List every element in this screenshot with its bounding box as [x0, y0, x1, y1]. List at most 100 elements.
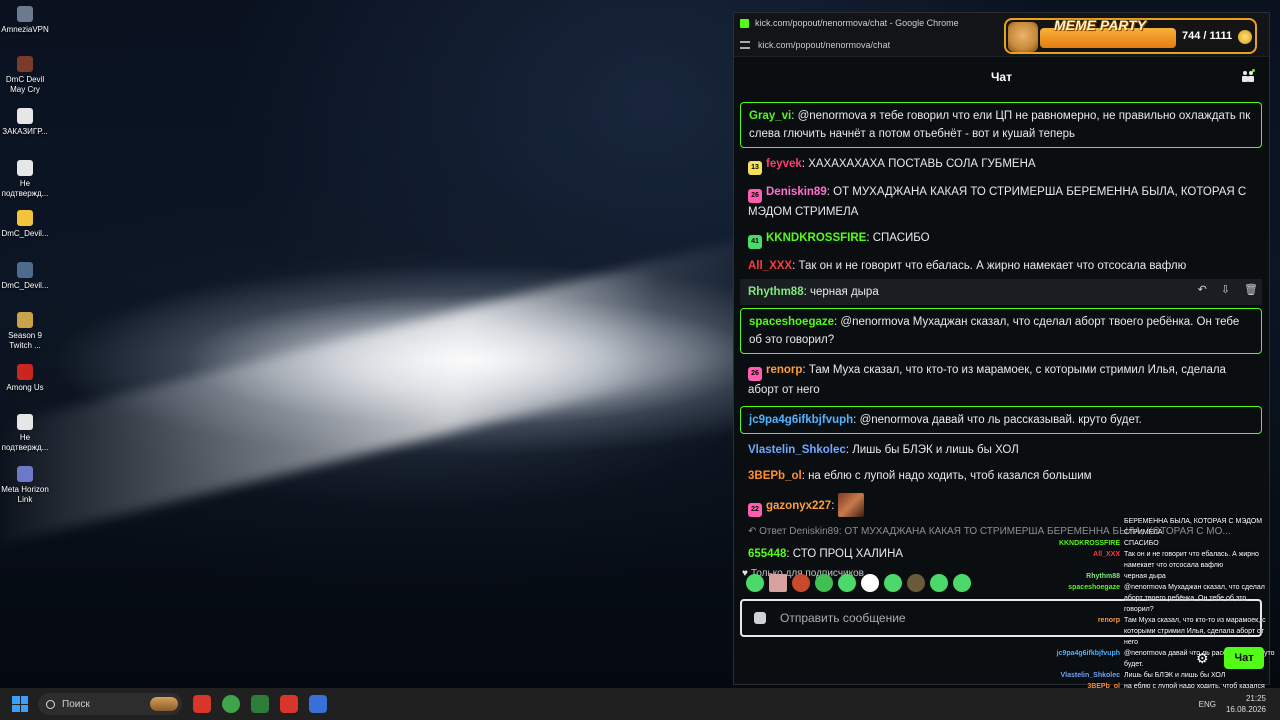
chat-message-text: ХАХАХАХАХА ПОСТАВЬ СОЛА ГУБМЕНА [808, 158, 1036, 170]
overlay-message-text: БЕРЕМЕННА БЫЛА, КОТОРАЯ С МЭДОМ СТРИМЕЛА [1124, 518, 1263, 536]
chat-username[interactable]: Gray_vi [749, 110, 791, 122]
chat-message-text: Так он и не говорит что ебалась. А жирно… [798, 260, 1187, 272]
chrome-icon[interactable] [222, 695, 240, 713]
clock[interactable]: 21:25 16.08.2026 [1226, 693, 1266, 715]
emote-bar [746, 574, 971, 592]
subscriber-badge[interactable]: 41 [748, 235, 762, 249]
overlay-username: Vlastelin_Shkolec [1060, 672, 1120, 679]
chat-username[interactable]: jc9pa4g6ifkbjfvuph [749, 414, 853, 426]
overlay-chat-row: Rhythm88 черная дыра [1040, 571, 1276, 582]
desktop-icon[interactable]: Season 9 Twitch ... [0, 312, 50, 351]
chat-message[interactable]: jc9pa4g6ifkbjfvuph: @nenormova давай что… [740, 406, 1262, 434]
overlay-chat-row: Vlastelin_Shkolec Лишь бы БЛЭК и лишь бы … [1040, 670, 1276, 681]
desktop-icon[interactable]: ЗАКАЗИГР... [0, 108, 50, 137]
chat-message[interactable]: 26 renorp: Там Муха сказал, что кто-то из… [740, 357, 1262, 403]
yandex-browser-icon[interactable] [193, 695, 211, 713]
emote-icon[interactable] [838, 574, 856, 592]
subscriber-badge[interactable]: 22 [748, 503, 762, 517]
emote-icon[interactable] [884, 574, 902, 592]
desktop-icon-label: DmC_Devil... [1, 229, 49, 238]
app-icon[interactable] [309, 695, 327, 713]
chat-username[interactable]: renorp [766, 364, 802, 376]
desktop-icon[interactable]: Не подтвержд... [0, 414, 50, 453]
window-title: kick.com/popout/nenormova/chat - Google … [755, 18, 959, 28]
emote-icon[interactable] [769, 574, 787, 592]
chat-messages[interactable]: Gray_vi: @nenormova я тебе говорил что е… [740, 99, 1262, 559]
chat-username[interactable]: KKNDKROSSFIRE [766, 232, 866, 244]
desktop-icon[interactable]: Among Us [0, 364, 50, 393]
chat-username[interactable]: Rhythm88 [748, 286, 804, 298]
desktop-icon[interactable]: Не подтвержд... [0, 160, 50, 199]
emote-icon[interactable] [930, 574, 948, 592]
emote-icon[interactable] [815, 574, 833, 592]
overlay-chat-row: All_XXX Так он и не говорит что ебалась. … [1040, 549, 1276, 571]
overlay-message-text: Так он и не говорит что ебалась. А жирно… [1124, 551, 1259, 569]
chat-message[interactable]: Vlastelin_Shkolec: Лишь бы БЛЭК и лишь б… [740, 437, 1262, 463]
taskbar-search[interactable]: Поиск [38, 693, 182, 715]
desktop-icon-label: AmneziaVPN [1, 25, 49, 34]
emote-icon[interactable] [746, 574, 764, 592]
chat-message-text: Лишь бы БЛЭК и лишь бы ХОЛ [852, 444, 1019, 456]
overlay-username: jc9pa4g6ifkbjfvuph [1056, 650, 1120, 657]
chat-message[interactable]: Rhythm88: черная дыра ↶ ⇩ 🗑 [740, 279, 1262, 305]
document-icon [17, 414, 33, 430]
desktop-icon[interactable]: DmC_Devil... [0, 210, 50, 239]
desktop-icon[interactable]: DmC Devil May Cry [0, 56, 50, 95]
system-tray: ENG 21:25 16.08.2026 [1199, 688, 1280, 720]
reply-icon[interactable]: ↶ [1198, 281, 1207, 299]
chat-username[interactable]: feyvek [766, 158, 802, 170]
language-indicator[interactable]: ENG [1199, 700, 1216, 709]
meta-icon [17, 466, 33, 482]
overlay-chat-button[interactable]: Чат [1224, 647, 1264, 669]
chat-message[interactable]: spaceshoegaze: @nenormova Мухаджан сказа… [740, 308, 1262, 354]
delete-icon[interactable]: 🗑 [1244, 281, 1258, 299]
overlay-chat-row: KKNDKROSSFIRE СПАСИБО [1040, 538, 1276, 549]
desktop-icon[interactable]: Meta Horizon Link [0, 466, 50, 505]
amnezia-icon [17, 6, 33, 22]
chat-username[interactable]: Vlastelin_Shkolec [748, 444, 846, 456]
doge-icon [1008, 22, 1038, 52]
subscriber-badge[interactable]: 26 [748, 189, 762, 203]
gear-icon[interactable]: ⚙ [1196, 650, 1209, 667]
chat-message[interactable]: Gray_vi: @nenormova я тебе говорил что е… [740, 102, 1262, 148]
subscriber-badge[interactable]: 13 [748, 161, 762, 175]
chat-message[interactable]: 26 Deniskin89: ОТ МУХАДЖАНА КАКАЯ ТО СТРИ… [740, 179, 1262, 225]
game-icon [17, 56, 33, 72]
overlay-chat-row: renorp Там Муха сказал, что кто-то из мар… [1040, 615, 1276, 648]
chat-username[interactable]: gazonyx227 [766, 500, 831, 512]
emote-icon[interactable] [953, 574, 971, 592]
chat-username[interactable]: spaceshoegaze [749, 316, 834, 328]
desktop-icon[interactable]: AmneziaVPN [0, 6, 50, 35]
chat-username[interactable]: Deniskin89 [766, 186, 827, 198]
overlay-message-text: черная дыра [1124, 573, 1166, 580]
pin-icon[interactable]: ⇩ [1221, 281, 1230, 299]
chat-username[interactable]: All_XXX [748, 260, 792, 272]
shield-icon [754, 612, 766, 624]
chat-message-text: СПАСИБО [872, 232, 930, 244]
desktop-icon[interactable]: DmC_Devil... [0, 262, 50, 291]
kick-logo-icon [740, 18, 749, 28]
chat-username[interactable]: 3BEPb_ol [748, 470, 802, 482]
windows-start-icon[interactable] [12, 696, 28, 712]
emote-icon[interactable] [792, 574, 810, 592]
emote-icon[interactable] [861, 574, 879, 592]
clock-time: 21:25 [1245, 694, 1266, 703]
users-icon[interactable] [1241, 69, 1255, 83]
site-settings-icon[interactable] [740, 40, 750, 49]
taskbar: Поиск ENG 21:25 16.08.2026 [0, 688, 1280, 720]
wallpaper-streak [0, 235, 760, 545]
chat-message[interactable]: 41 KKNDKROSSFIRE: СПАСИБО [740, 225, 1262, 253]
chat-message[interactable]: 13 feyvek: ХАХАХАХАХА ПОСТАВЬ СОЛА ГУБМЕН… [740, 151, 1262, 179]
app-icon[interactable] [251, 695, 269, 713]
subscriber-badge[interactable]: 26 [748, 367, 762, 381]
chat-username[interactable]: 655448 [748, 548, 786, 559]
chat-message[interactable]: All_XXX: Так он и не говорит что ебалась… [740, 253, 1262, 279]
chat-message[interactable]: 3BEPb_ol: на еблю с лупой надо ходить, ч… [740, 463, 1262, 489]
app-icon[interactable] [280, 695, 298, 713]
clock-date: 16.08.2026 [1225, 705, 1266, 714]
desktop-icon-label: DmC Devil May Cry [5, 75, 45, 94]
desktop-icon-label: DmC_Devil... [1, 281, 49, 290]
emote-icon[interactable] [907, 574, 925, 592]
overlay-username: renorp [1097, 617, 1120, 624]
game-icon [17, 262, 33, 278]
